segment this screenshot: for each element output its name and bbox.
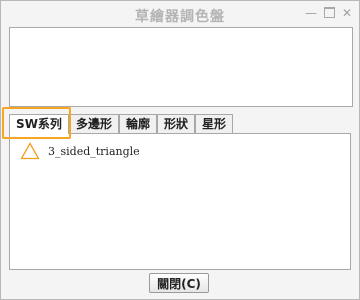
triangle-icon (20, 142, 40, 160)
tab-stars[interactable]: 星形 (195, 114, 233, 133)
palette-content-panel: 3_sided_triangle (9, 133, 351, 270)
tab-profiles[interactable]: 輪廓 (119, 114, 157, 133)
palette-item-3-sided-triangle[interactable]: 3_sided_triangle (20, 142, 140, 160)
close-button[interactable]: 關閉(C) (149, 273, 209, 293)
tab-sw-series[interactable]: SW系列 (9, 114, 69, 134)
sketcher-palette-window: 草繪器調色盤 — ✕ SW系列 多邊形 輪廓 形狀 星形 3_sided_tri… (0, 0, 360, 300)
maximize-icon[interactable] (321, 5, 337, 21)
minimize-icon[interactable]: — (303, 5, 319, 21)
tab-shapes[interactable]: 形狀 (157, 114, 195, 133)
preview-area (9, 27, 353, 107)
title-bar[interactable]: 草繪器調色盤 — ✕ (1, 1, 359, 27)
close-icon[interactable]: ✕ (339, 5, 355, 21)
palette-item-label: 3_sided_triangle (48, 144, 140, 158)
tab-polygons[interactable]: 多邊形 (69, 114, 119, 133)
